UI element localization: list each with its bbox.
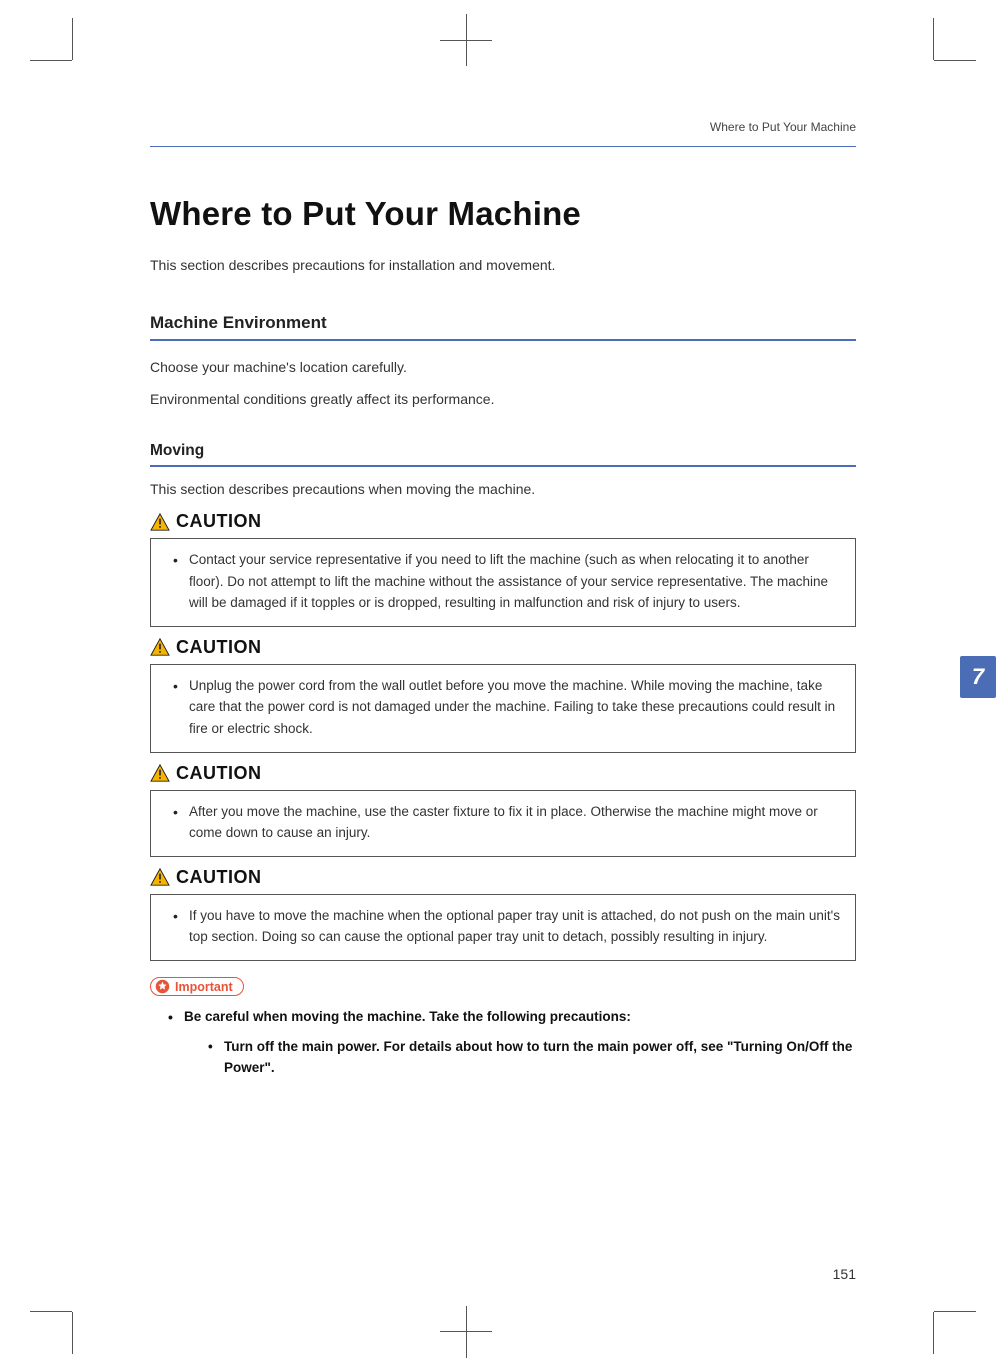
crop-mark <box>72 1312 73 1354</box>
crop-mark <box>933 18 934 60</box>
intro-text: This section describes precautions for i… <box>150 257 856 273</box>
important-sublist: Turn off the main power. For details abo… <box>184 1036 856 1079</box>
warning-triangle-icon <box>150 868 170 886</box>
crop-mark <box>466 1306 467 1358</box>
running-head-rule <box>150 146 856 147</box>
warning-triangle-icon <box>150 638 170 656</box>
important-lead: Be careful when moving the machine. Take… <box>184 1009 631 1024</box>
star-icon <box>155 979 170 994</box>
important-label: Important <box>150 977 244 996</box>
caution-text: CAUTION <box>176 511 262 532</box>
crop-mark <box>30 1311 72 1312</box>
page-number: 151 <box>833 1266 856 1282</box>
warning-triangle-icon <box>150 764 170 782</box>
caution-text: CAUTION <box>176 637 262 658</box>
crop-mark <box>934 60 976 61</box>
env-p2: Environmental conditions greatly affect … <box>150 389 856 411</box>
caution-label: CAUTION <box>150 763 856 784</box>
crop-mark <box>933 1312 934 1354</box>
caution-label: CAUTION <box>150 867 856 888</box>
chapter-tab: 7 <box>960 656 996 698</box>
caution-box: After you move the machine, use the cast… <box>150 790 856 857</box>
section-heading-moving: Moving <box>150 442 856 467</box>
caution-box: Unplug the power cord from the wall outl… <box>150 664 856 753</box>
important-subitem: Turn off the main power. For details abo… <box>208 1036 856 1079</box>
page-content: Where to Put Your Machine Where to Put Y… <box>80 60 926 1312</box>
caution-item: If you have to move the machine when the… <box>173 905 841 948</box>
running-head: Where to Put Your Machine <box>150 120 856 136</box>
caution-text: CAUTION <box>176 763 262 784</box>
caution-label: CAUTION <box>150 637 856 658</box>
crop-mark <box>466 14 467 66</box>
moving-intro: This section describes precautions when … <box>150 479 856 501</box>
caution-item: Unplug the power cord from the wall outl… <box>173 675 841 740</box>
env-p1: Choose your machine's location carefully… <box>150 357 856 379</box>
caution-text: CAUTION <box>176 867 262 888</box>
important-item: Be careful when moving the machine. Take… <box>168 1006 856 1079</box>
caution-item: Contact your service representative if y… <box>173 549 841 614</box>
warning-triangle-icon <box>150 513 170 531</box>
important-list: Be careful when moving the machine. Take… <box>150 1006 856 1079</box>
caution-item: After you move the machine, use the cast… <box>173 801 841 844</box>
caution-box: Contact your service representative if y… <box>150 538 856 627</box>
crop-mark <box>934 1311 976 1312</box>
important-text: Important <box>175 980 233 994</box>
crop-mark <box>30 60 72 61</box>
section-heading-environment: Machine Environment <box>150 313 856 341</box>
caution-box: If you have to move the machine when the… <box>150 894 856 961</box>
crop-mark <box>72 18 73 60</box>
page-title: Where to Put Your Machine <box>150 195 856 233</box>
caution-label: CAUTION <box>150 511 856 532</box>
